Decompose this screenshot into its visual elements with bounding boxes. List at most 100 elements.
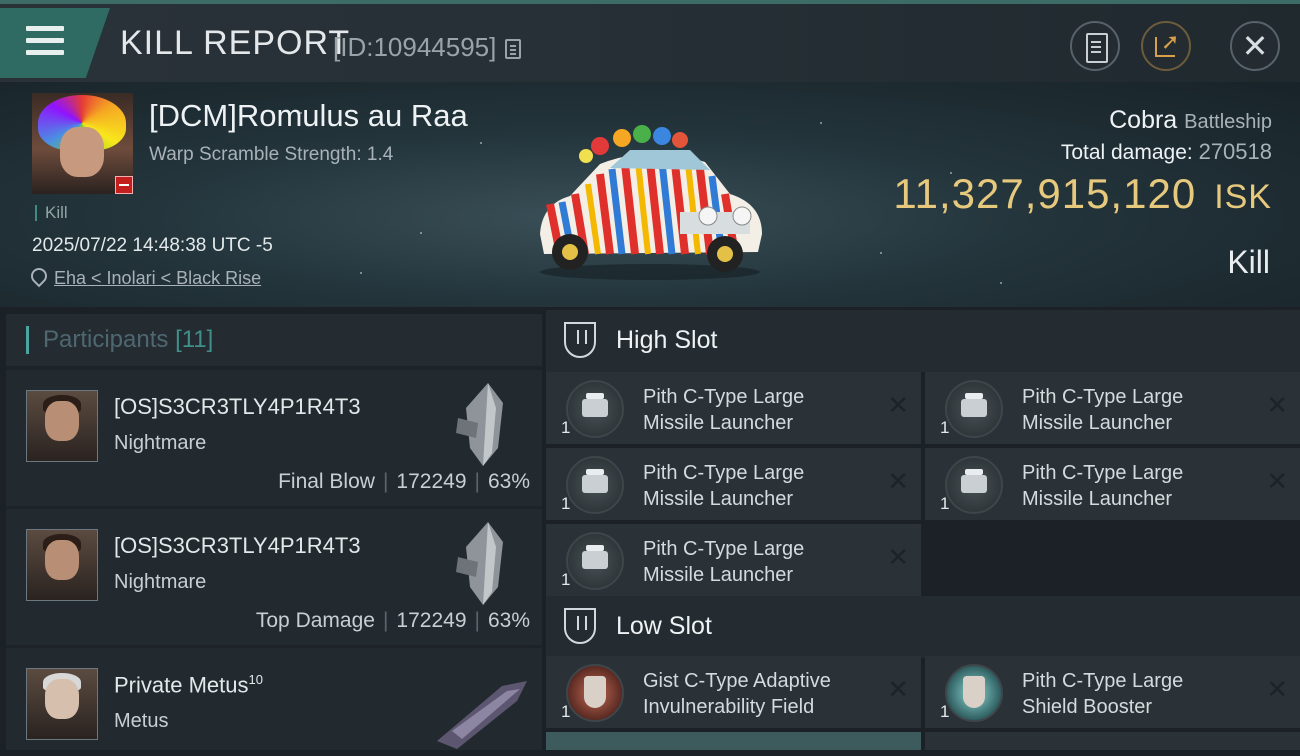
total-damage-label: Total damage: [1060,141,1193,164]
remove-badge-icon [115,176,133,194]
module-name: Pith C-Type Large Missile Launcher [1022,386,1184,434]
shield-booster-icon [945,664,1003,722]
module-name: Pith C-Type Large Missile Launcher [643,462,805,510]
module-item-partial[interactable] [546,732,921,750]
participant-name: Private Metus10 [114,672,263,698]
kill-summary: [DCM]Romulus au Raa Warp Scramble Streng… [0,82,1300,307]
isk-amount: 11,327,915,120 [893,170,1197,217]
participant-row[interactable]: [OS]S3CR3TLY4P1R4T3 Nightmare Top Damage… [6,509,542,645]
missile-launcher-icon [566,456,624,514]
high-slot-title: High Slot [616,326,718,354]
total-damage-value: 270518 [1198,139,1272,164]
module-item[interactable]: 1 Pith C-Type Large Missile Launcher ✕ [925,448,1300,520]
close-x-icon: ✕ [1266,674,1288,704]
module-name: Gist C-Type Adaptive Invulnerability Fiel… [643,670,831,718]
missile-launcher-icon [945,380,1003,438]
close-x-icon: ✕ [887,466,909,496]
participant-level: 10 [248,672,263,687]
module-quantity: 1 [940,418,950,437]
result-label: Kill [1227,244,1270,280]
copy-icon[interactable] [505,39,521,59]
module-quantity: 1 [940,494,950,513]
module-quantity: 1 [561,418,571,437]
participant-percent: 63% [487,609,530,632]
module-item[interactable]: 1 Pith C-Type Large Missile Launcher ✕ [546,524,921,596]
module-item[interactable]: 1 Pith C-Type Large Missile Launcher ✕ [546,372,921,444]
participant-stats: Top Damage | 172249 | 63% [255,609,530,632]
module-name: Pith C-Type Large Missile Launcher [1022,462,1184,510]
kill-tag: Kill [35,204,68,221]
missile-launcher-icon [945,456,1003,514]
page-title: KILL REPORT [120,24,351,62]
missile-launcher-icon [566,532,624,590]
module-quantity: 1 [561,570,571,589]
header-bar: KILL REPORT [ID:10944595] ✕ [0,0,1300,82]
close-icon: ✕ [1241,28,1269,64]
participant-damage: 172249 [396,470,467,493]
module-quantity: 1 [561,702,571,721]
menu-icon [26,26,64,62]
close-x-icon: ✕ [887,542,909,572]
module-item-partial[interactable] [925,732,1300,750]
ship-thumbnail [456,383,503,466]
low-slot-title: Low Slot [616,612,712,640]
location-pin-icon [27,264,51,288]
ship-thumbnail [456,522,503,605]
participant-name: [OS]S3CR3TLY4P1R4T3 [114,533,361,558]
participant-ship: Metus [114,710,169,732]
module-quantity: 1 [561,494,571,513]
participant-stats: Final Blow | 172249 | 63% [278,470,530,493]
participants-title: Participants [11] [26,326,213,354]
isk-value: 11,327,915,120 ISK [893,170,1272,218]
participant-row[interactable]: [OS]S3CR3TLY4P1R4T3 Nightmare Final Blow… [6,370,542,506]
low-slot-header: Low Slot [546,596,1300,658]
kill-datetime: 2025/07/22 14:48:38 UTC -5 [32,235,273,256]
missile-launcher-icon [566,380,624,438]
participant-avatar [26,390,98,462]
module-item[interactable]: 1 Pith C-Type Large Missile Launcher ✕ [925,372,1300,444]
participants-count: [11] [175,326,214,353]
invulnerability-field-icon [566,664,624,722]
location-link[interactable]: Eha < Inolari < Black Rise [54,268,261,289]
participants-panel: Participants [11] [OS]S3CR3TLY4P1R4T3 Ni… [6,314,542,750]
module-name: Pith C-Type Large Missile Launcher [643,386,805,434]
ship-name: Cobra [1109,106,1178,134]
close-button[interactable]: ✕ [1230,21,1280,71]
clipboard-icon[interactable] [1070,21,1120,71]
total-damage: Total damage: 270518 [1061,139,1272,165]
isk-unit: ISK [1214,178,1272,216]
participant-damage: 172249 [396,609,467,632]
report-id: [ID:10944595] [333,32,497,62]
participant-avatar [26,668,98,740]
module-item[interactable]: 1 Pith C-Type Large Shield Booster ✕ [925,656,1300,728]
participant-percent: 63% [487,470,530,493]
participants-label: Participants [43,326,169,353]
participant-ship: Nightmare [114,571,207,593]
module-name: Pith C-Type Large Missile Launcher [643,538,805,586]
ship-class: Battleship [1184,111,1272,133]
ship-thumbnail [437,681,527,749]
slot-shield-icon [564,608,596,644]
participant-role: Top Damage [255,609,375,632]
module-item[interactable]: 1 Pith C-Type Large Missile Launcher ✕ [546,448,921,520]
victim-ship: Cobra Battleship [1109,106,1272,135]
menu-button[interactable] [0,8,110,78]
share-icon[interactable] [1141,21,1191,71]
participant-avatar [26,529,98,601]
close-x-icon: ✕ [1266,466,1288,496]
participants-header: Participants [11] [6,314,542,366]
close-x-icon: ✕ [1266,390,1288,420]
module-name: Pith C-Type Large Shield Booster [1022,670,1184,718]
close-x-icon: ✕ [887,390,909,420]
participant-ship: Nightmare [114,432,207,454]
slot-shield-icon [564,322,596,358]
module-item[interactable]: 1 Gist C-Type Adaptive Invulnerability Fi… [546,656,921,728]
victim-ship-image [540,125,762,280]
participant-row[interactable]: Private Metus10 Metus [6,648,542,750]
warp-scramble-strength: Warp Scramble Strength: 1.4 [149,144,394,165]
victim-name[interactable]: [DCM]Romulus au Raa [149,98,468,134]
close-x-icon: ✕ [887,674,909,704]
participant-role: Final Blow [278,470,375,493]
module-quantity: 1 [940,702,950,721]
high-slot-header: High Slot [546,310,1300,372]
